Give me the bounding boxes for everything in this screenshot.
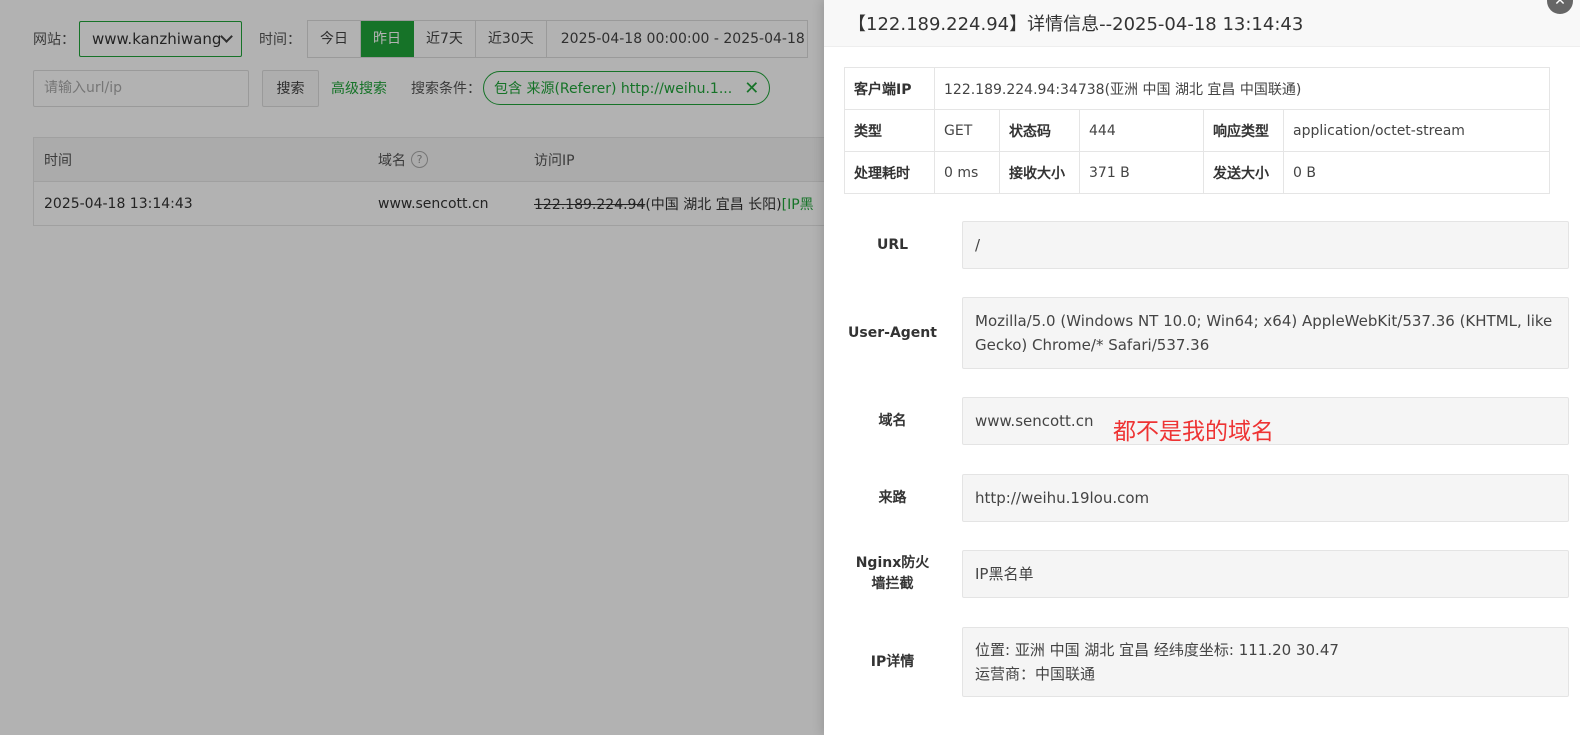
waf-field: Nginx防火 墙拦截 IP黑名单 (844, 550, 1569, 598)
annotation-text: 都不是我的域名 (1113, 419, 1274, 445)
domain-label: 域名 (878, 412, 907, 429)
status-label: 状态码 (999, 109, 1080, 152)
waf-label: Nginx防火 墙拦截 (844, 553, 941, 595)
request-info-table: 客户端IP 122.189.224.94:34738(亚洲 中国 湖北 宜昌 中… (844, 67, 1550, 194)
waf-label-line2: 墙拦截 (871, 576, 914, 592)
recv-size-value: 371 B (1079, 151, 1204, 194)
referer-value[interactable]: http://weihu.19lou.com (962, 474, 1569, 522)
client-ip-label: 客户端IP (844, 67, 935, 110)
user-agent-field: User-Agent Mozilla/5.0 (Windows NT 10.0;… (844, 297, 1569, 369)
user-agent-label: User-Agent (848, 324, 937, 341)
client-ip-value: 122.189.224.94:34738(亚洲 中国 湖北 宜昌 中国联通) (934, 67, 1550, 110)
url-field: URL / (844, 221, 1569, 269)
ip-info-label: IP详情 (870, 653, 915, 670)
send-size-label: 发送大小 (1203, 151, 1284, 194)
referer-field: 来路 http://weihu.19lou.com (844, 474, 1569, 522)
recv-size-label: 接收大小 (999, 151, 1080, 194)
referer-label: 来路 (878, 489, 907, 506)
url-value[interactable]: / (962, 221, 1569, 269)
status-value: 444 (1079, 109, 1204, 152)
waf-label-line1: Nginx防火 (855, 555, 930, 571)
type-label: 类型 (844, 109, 935, 152)
user-agent-value[interactable]: Mozilla/5.0 (Windows NT 10.0; Win64; x64… (962, 297, 1569, 369)
detail-drawer: 【122.189.224.94】详情信息--2025-04-18 13:14:4… (824, 0, 1580, 735)
type-value: GET (934, 109, 1000, 152)
url-label: URL (876, 236, 909, 253)
resp-type-value: application/octet-stream (1283, 109, 1550, 152)
ip-info-field: IP详情 位置: 亚洲 中国 湖北 宜昌 经纬度坐标: 111.20 30.47… (844, 627, 1569, 697)
ip-info-value[interactable]: 位置: 亚洲 中国 湖北 宜昌 经纬度坐标: 111.20 30.47 运营商：… (962, 627, 1569, 697)
time-cost-value: 0 ms (934, 151, 1000, 194)
ip-info-line2: 运营商：中国联通 (975, 665, 1096, 683)
waf-value[interactable]: IP黑名单 (962, 550, 1569, 598)
resp-type-label: 响应类型 (1203, 109, 1284, 152)
drawer-title: 【122.189.224.94】详情信息--2025-04-18 13:14:4… (824, 0, 1580, 47)
time-cost-label: 处理耗时 (844, 151, 935, 194)
ip-info-line1: 位置: 亚洲 中国 湖北 宜昌 经纬度坐标: 111.20 30.47 (975, 641, 1339, 659)
send-size-value: 0 B (1283, 151, 1550, 194)
